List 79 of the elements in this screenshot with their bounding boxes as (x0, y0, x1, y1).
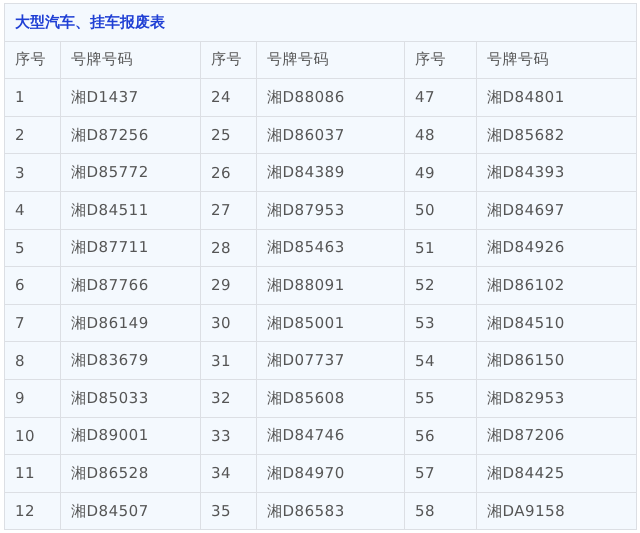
table-cell: 湘D86102 (477, 267, 636, 304)
table-cell: 湘D84510 (477, 304, 636, 342)
column-header: 序号 (405, 42, 476, 78)
table-cell: 湘D86150 (477, 342, 636, 379)
table-cell: 湘D87766 (61, 267, 200, 304)
table-cell: 54 (405, 342, 476, 379)
table-cell: 湘D85682 (477, 116, 636, 154)
column-header: 序号 (201, 42, 256, 78)
table-cell: 湘D1437 (61, 79, 200, 116)
table-cell: 58 (405, 492, 476, 530)
table-cell: 湘D85033 (61, 380, 200, 417)
table-cell: 11 (5, 455, 60, 492)
table-cell: 4 (5, 192, 60, 229)
table-cell: 湘D84511 (61, 192, 200, 229)
table-cell: 26 (201, 154, 256, 191)
table-title: 大型汽车、挂车报废表 (5, 4, 636, 41)
table-cell: 湘D88086 (257, 79, 404, 116)
table-cell: 49 (405, 154, 476, 191)
column-header: 号牌号码 (477, 42, 636, 78)
table-cell: 48 (405, 116, 476, 154)
table-cell: 24 (201, 79, 256, 116)
table-cell: 27 (201, 192, 256, 229)
column-header: 号牌号码 (257, 42, 404, 78)
table-cell: 47 (405, 79, 476, 116)
table-cell: 湘D85463 (257, 230, 404, 266)
table-cell: 湘D82953 (477, 380, 636, 417)
table-cell: 12 (5, 492, 60, 530)
table-cell: 1 (5, 79, 60, 116)
table-cell: 湘D84697 (477, 192, 636, 229)
table-cell: 50 (405, 192, 476, 229)
table-cell: 32 (201, 380, 256, 417)
table-cell: 28 (201, 230, 256, 266)
table-cell: 湘D89001 (61, 418, 200, 454)
table-cell: 湘D86149 (61, 304, 200, 342)
table-cell: 湘D88091 (257, 267, 404, 304)
table-cell: 湘D84389 (257, 154, 404, 191)
table-cell: 6 (5, 267, 60, 304)
table-cell: 湘D84393 (477, 154, 636, 191)
table-cell: 湘D84970 (257, 455, 404, 492)
table-cell: 34 (201, 455, 256, 492)
column-header: 序号 (5, 42, 60, 78)
table-cell: 湘D84746 (257, 418, 404, 454)
table-cell: 5 (5, 230, 60, 266)
table-cell: 9 (5, 380, 60, 417)
table-cell: 35 (201, 492, 256, 530)
table-cell: 10 (5, 418, 60, 454)
table-cell: 30 (201, 304, 256, 342)
table-cell: 湘D83679 (61, 342, 200, 379)
table-cell: 湘D85001 (257, 304, 404, 342)
table-cell: 湘D87206 (477, 418, 636, 454)
table-cell: 2 (5, 116, 60, 154)
column-header: 号牌号码 (61, 42, 200, 78)
table-cell: 56 (405, 418, 476, 454)
table-cell: 51 (405, 230, 476, 266)
table-cell: 8 (5, 342, 60, 379)
table-cell: 57 (405, 455, 476, 492)
table-cell: 湘D87953 (257, 192, 404, 229)
table-cell: 湘D87256 (61, 116, 200, 154)
table-cell: 55 (405, 380, 476, 417)
table-cell: 3 (5, 154, 60, 191)
table-cell: 53 (405, 304, 476, 342)
table-cell: 25 (201, 116, 256, 154)
table-cell: 湘D85772 (61, 154, 200, 191)
table-cell: 33 (201, 418, 256, 454)
table-cell: 湘D86528 (61, 455, 200, 492)
table-cell: 湘DA9158 (477, 492, 636, 530)
table-cell: 31 (201, 342, 256, 379)
table-cell: 湘D84926 (477, 230, 636, 266)
table-cell: 湘D84801 (477, 79, 636, 116)
table-cell: 湘D87711 (61, 230, 200, 266)
table-cell: 29 (201, 267, 256, 304)
table-cell: 湘D86583 (257, 492, 404, 530)
table-cell: 湘D86037 (257, 116, 404, 154)
table-cell: 7 (5, 304, 60, 342)
table-cell: 湘D84425 (477, 455, 636, 492)
table-cell: 湘D07737 (257, 342, 404, 379)
table-cell: 湘D84507 (61, 492, 200, 530)
table-cell: 湘D85608 (257, 380, 404, 417)
table-cell: 52 (405, 267, 476, 304)
